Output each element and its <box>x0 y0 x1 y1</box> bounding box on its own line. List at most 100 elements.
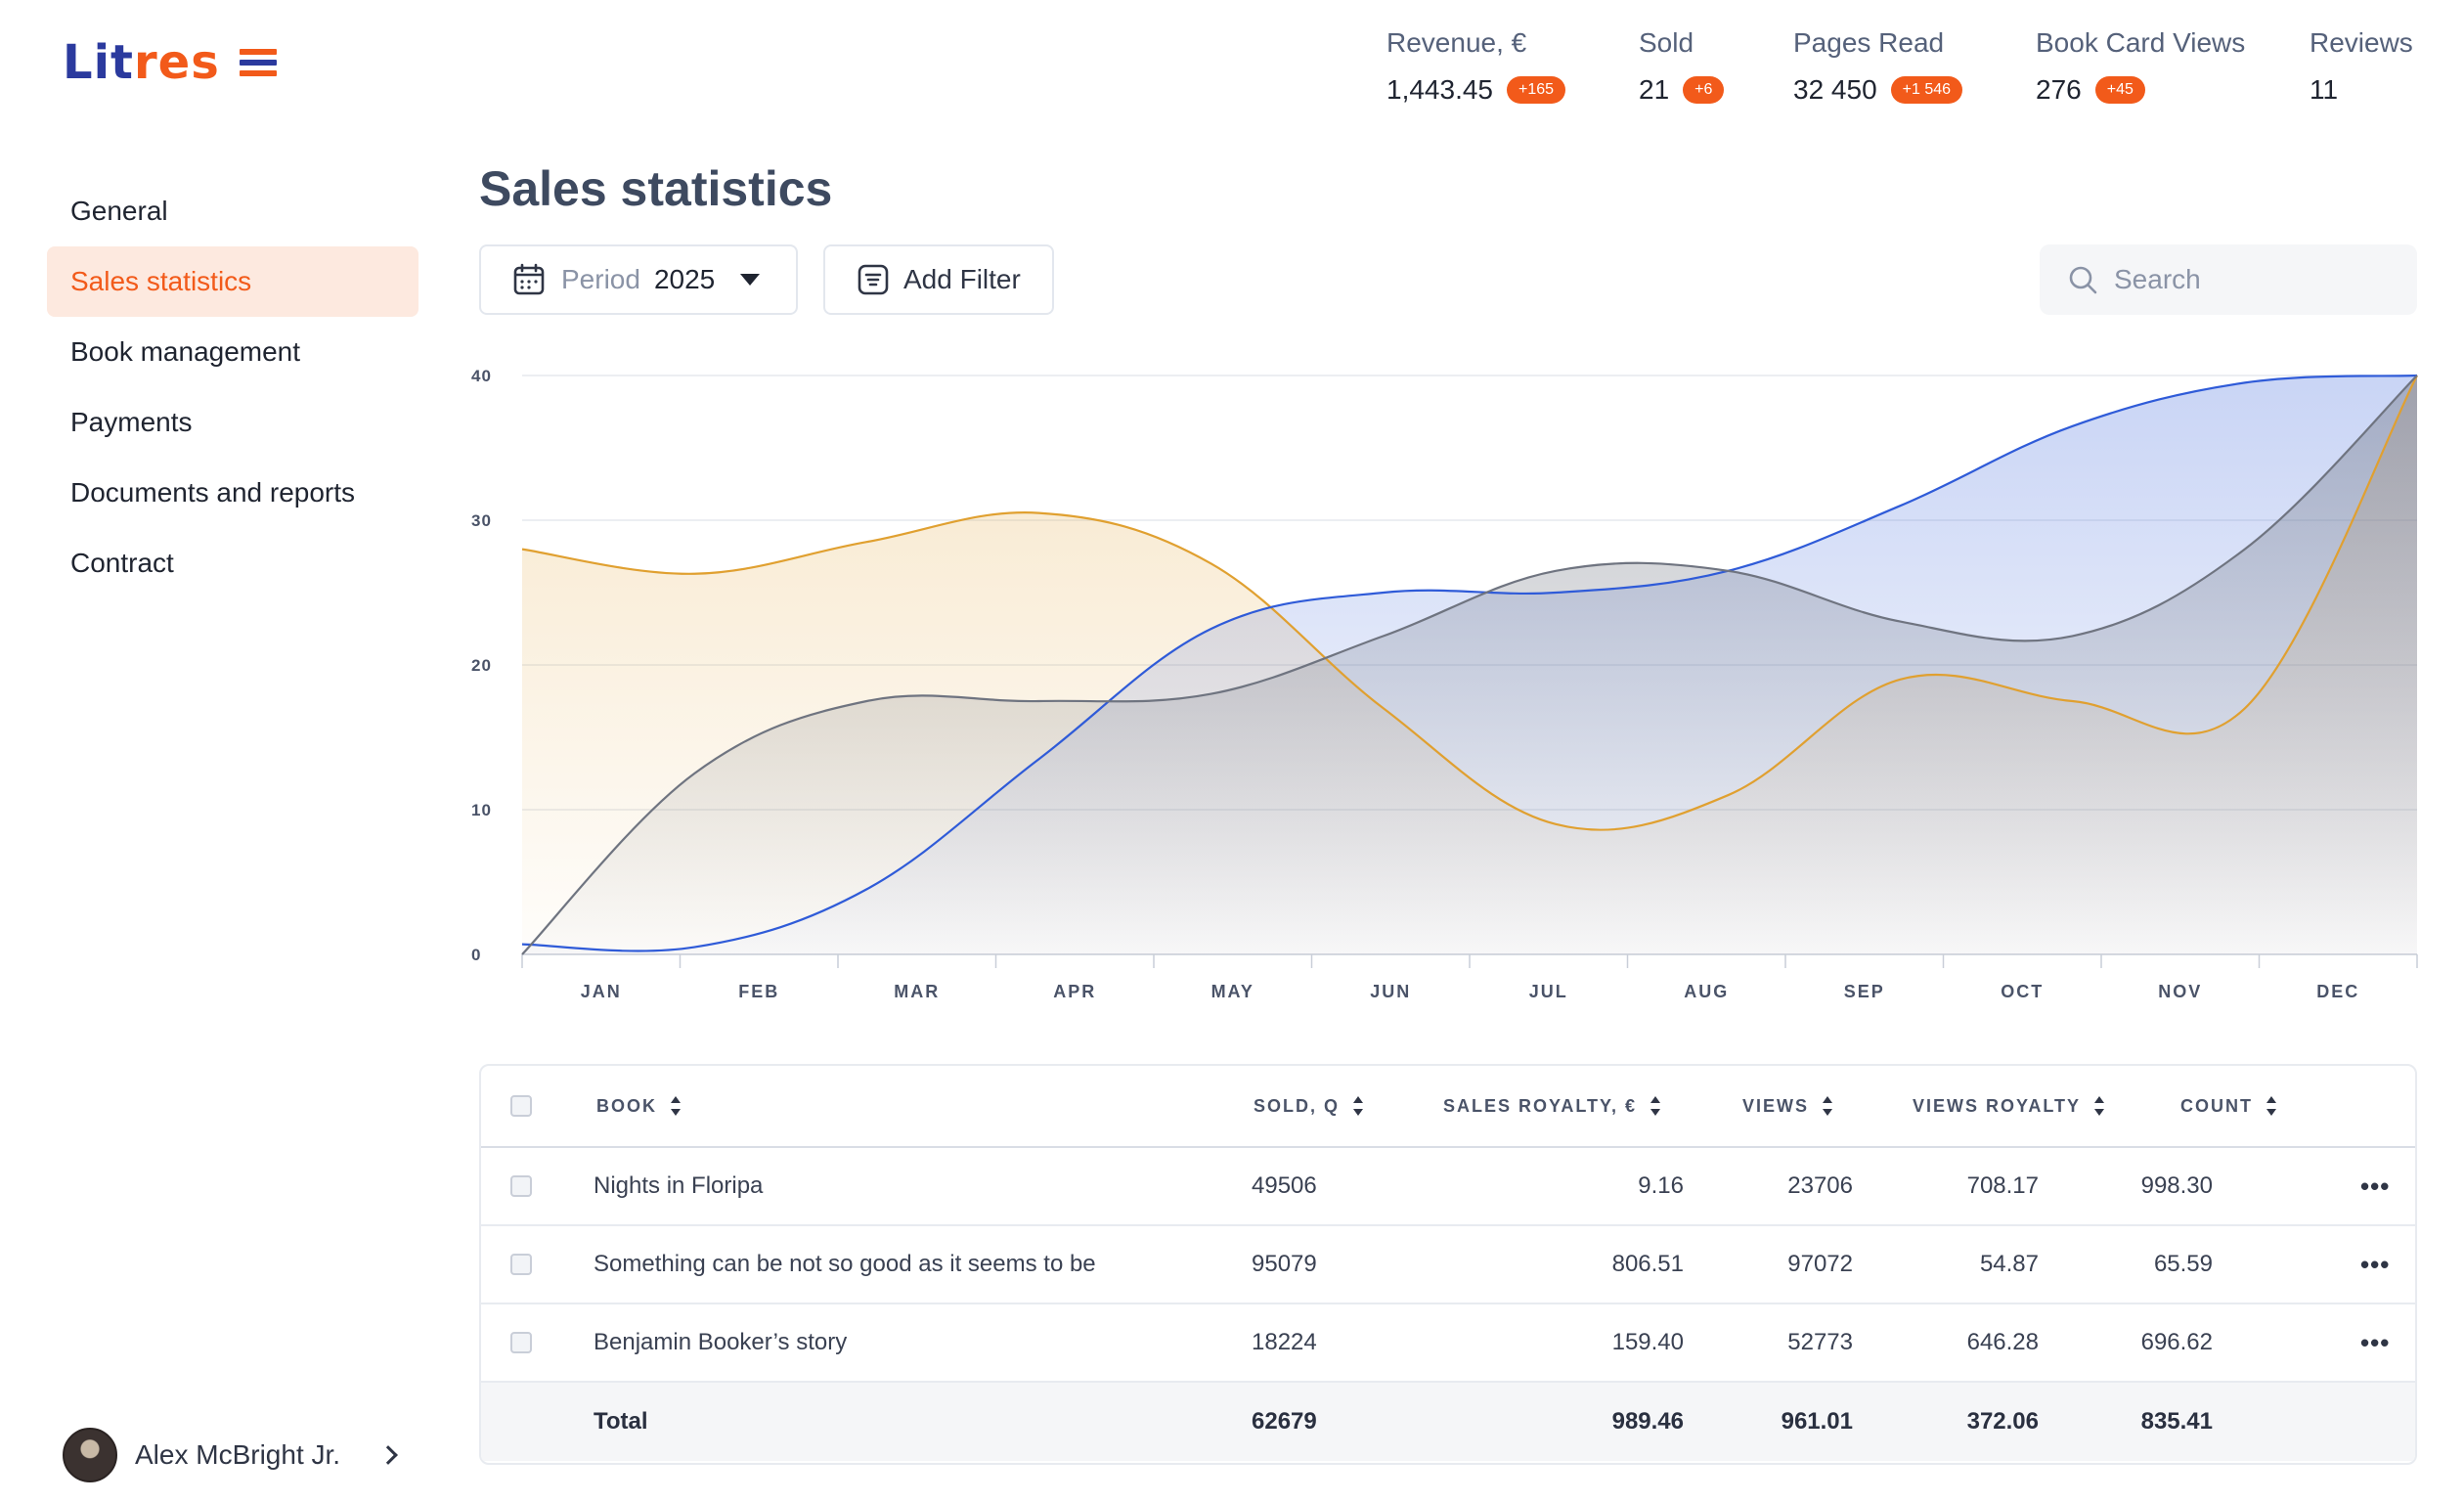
stat-revenue: Revenue, € 1,443.45 +165 <box>1386 27 1566 106</box>
sales-royalty-value: 806.51 <box>1611 1251 1684 1277</box>
x-tick-label: NOV <box>2158 982 2202 1001</box>
views-royalty-value: 646.28 <box>1966 1329 2039 1355</box>
user-name: Alex McBright Jr. <box>135 1439 341 1470</box>
add-filter-label: Add Filter <box>903 264 1021 294</box>
select-all-cell <box>510 1066 532 1146</box>
book-title: Nights in Floripa <box>594 1172 764 1199</box>
y-tick-label: 20 <box>471 656 492 675</box>
sales-table: BOOK SOLD, Q SALES ROYALTY, € VIEWS VIEW… <box>479 1064 2417 1465</box>
sort-icon <box>671 1096 681 1116</box>
avatar <box>63 1428 117 1482</box>
views-value: 52773 <box>1787 1329 1853 1355</box>
y-tick-label: 40 <box>471 367 492 385</box>
total-views: 961.01 <box>1781 1408 1853 1435</box>
row-more-menu-icon[interactable]: ••• <box>2360 1148 2390 1224</box>
row-checkbox[interactable] <box>510 1254 532 1275</box>
chevron-right-icon <box>378 1445 398 1465</box>
views-royalty-value: 708.17 <box>1966 1172 2039 1199</box>
calendar-icon <box>513 263 545 295</box>
search-input[interactable] <box>2114 264 2407 295</box>
table-row[interactable]: Nights in Floripa 49506 9.16 23706 708.1… <box>481 1148 2415 1226</box>
row-more-menu-icon[interactable]: ••• <box>2360 1226 2390 1303</box>
column-header-book[interactable]: BOOK <box>596 1066 681 1146</box>
period-label: Period <box>561 264 640 294</box>
period-selector[interactable]: Period 2025 <box>479 244 798 315</box>
sidebar-item-payments[interactable]: Payments <box>47 387 418 458</box>
stat-label: Book Card Views <box>2036 27 2246 58</box>
stat-label: Reviews <box>2310 27 2413 58</box>
add-filter-button[interactable]: Add Filter <box>823 244 1054 315</box>
views-royalty-value: 54.87 <box>1979 1251 2039 1277</box>
column-header-views-royalty[interactable]: VIEWS ROYALTY <box>1913 1066 2105 1146</box>
views-value: 97072 <box>1787 1251 1853 1277</box>
y-tick-label: 0 <box>471 946 481 964</box>
column-header-count[interactable]: COUNT <box>2180 1066 2276 1146</box>
sold-value: 49506 <box>1252 1172 1317 1199</box>
x-tick-label: JUL <box>1529 982 1568 1001</box>
search-box[interactable] <box>2040 244 2417 315</box>
total-count: 835.41 <box>2140 1408 2213 1435</box>
count-value: 65.59 <box>2153 1251 2213 1277</box>
sidebar-nav: General Sales statistics Book management… <box>47 176 418 598</box>
sort-icon <box>1823 1096 1833 1116</box>
row-more-menu-icon[interactable]: ••• <box>2360 1304 2390 1381</box>
total-sold: 62679 <box>1252 1408 1317 1435</box>
sales-royalty-value: 159.40 <box>1611 1329 1684 1355</box>
y-tick-label: 10 <box>471 801 492 819</box>
search-icon <box>2069 266 2097 294</box>
select-all-checkbox[interactable] <box>510 1095 532 1117</box>
stat-sold: Sold 21 +6 <box>1639 27 1725 106</box>
x-tick-label: APR <box>1053 982 1096 1001</box>
x-tick-label: MAY <box>1211 982 1254 1001</box>
x-tick-label: AUG <box>1684 982 1729 1001</box>
x-tick-label: MAR <box>894 982 940 1001</box>
count-value: 998.30 <box>2140 1172 2213 1199</box>
stat-value: 21 <box>1639 74 1670 105</box>
table-row[interactable]: Something can be not so good as it seems… <box>481 1226 2415 1304</box>
filter-icon <box>858 264 889 295</box>
sidebar-item-general[interactable]: General <box>47 176 418 246</box>
row-checkbox[interactable] <box>510 1332 532 1353</box>
stat-label: Pages Read <box>1793 27 1945 58</box>
views-value: 23706 <box>1787 1172 1853 1199</box>
stat-label: Sold <box>1639 27 1694 58</box>
sort-icon <box>1353 1096 1364 1116</box>
sort-icon <box>2094 1096 2105 1116</box>
stat-delta-badge: +45 <box>2094 76 2145 104</box>
sidebar-item-documents-and-reports[interactable]: Documents and reports <box>47 458 418 528</box>
total-sales-royalty: 989.46 <box>1611 1408 1684 1435</box>
column-header-views[interactable]: VIEWS <box>1742 1066 1833 1146</box>
table-row[interactable]: Benjamin Booker’s story 18224 159.40 527… <box>481 1304 2415 1383</box>
page-title: Sales statistics <box>479 161 833 216</box>
column-header-sales-royalty[interactable]: SALES ROYALTY, € <box>1443 1066 1661 1146</box>
stat-delta-badge: +165 <box>1507 76 1566 104</box>
x-tick-label: JUN <box>1370 982 1411 1001</box>
row-checkbox[interactable] <box>510 1175 532 1197</box>
period-value: 2025 <box>653 264 716 294</box>
x-tick-label: JAN <box>581 982 622 1001</box>
sidebar-item-contract[interactable]: Contract <box>47 528 418 598</box>
sort-icon <box>1650 1096 1661 1116</box>
stat-pages-read: Pages Read 32 450 +1 546 <box>1793 27 1963 106</box>
x-tick-label: DEC <box>2316 982 2359 1001</box>
sales-area-chart: 0 10 20 30 40 JAN FEB MAR APR MAY JUN JUL AUG SEP OCT N… <box>471 367 2418 1001</box>
stat-reviews: Reviews 11 <box>2310 27 2413 106</box>
user-menu[interactable]: Alex McBright Jr. <box>63 1428 398 1482</box>
table-total-row: Total 62679 989.46 961.01 372.06 835.41 <box>481 1383 2415 1461</box>
column-header-sold[interactable]: SOLD, Q <box>1254 1066 1364 1146</box>
sort-icon <box>2266 1096 2276 1116</box>
sidebar-item-book-management[interactable]: Book management <box>47 317 418 387</box>
y-tick-label: 30 <box>471 511 492 530</box>
count-value: 696.62 <box>2140 1329 2213 1355</box>
sidebar-item-sales-statistics[interactable]: Sales statistics <box>47 246 418 317</box>
stat-delta-badge: +1 546 <box>1890 76 1963 104</box>
x-tick-label: FEB <box>738 982 779 1001</box>
stat-delta-badge: +6 <box>1683 76 1725 104</box>
summary-stats: Revenue, € 1,443.45 +165 Sold 21 +6 Page… <box>0 27 2464 115</box>
stat-value: 276 <box>2036 74 2082 105</box>
sales-royalty-value: 9.16 <box>1638 1172 1684 1199</box>
stat-label: Revenue, € <box>1386 27 1527 58</box>
caret-down-icon <box>740 274 761 286</box>
sold-value: 18224 <box>1252 1329 1317 1355</box>
table-header-row: BOOK SOLD, Q SALES ROYALTY, € VIEWS VIEW… <box>481 1066 2415 1148</box>
